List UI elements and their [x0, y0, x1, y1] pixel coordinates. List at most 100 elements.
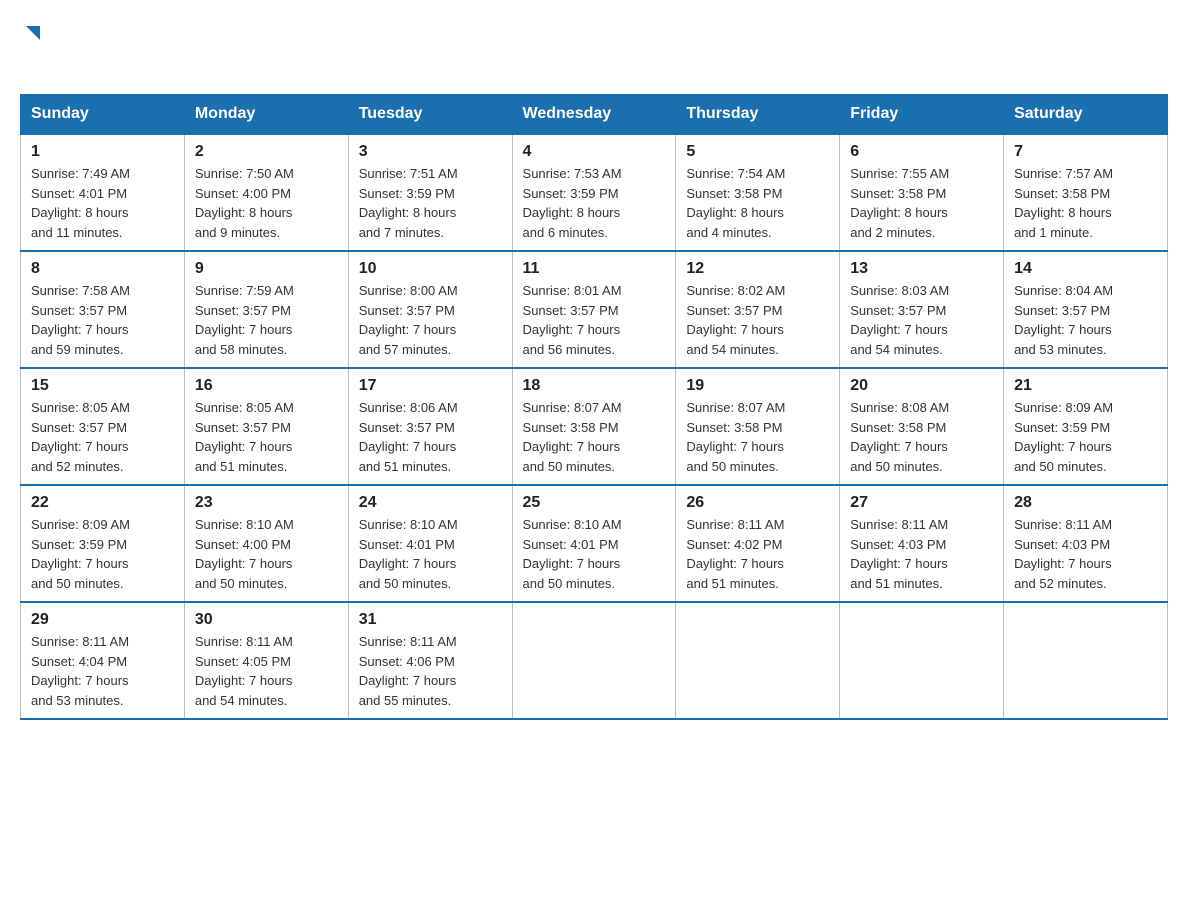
calendar-cell: 6 Sunrise: 7:55 AMSunset: 3:58 PMDaylight… [840, 134, 1004, 251]
day-number: 30 [195, 611, 338, 629]
day-number: 17 [359, 377, 502, 395]
day-info: Sunrise: 8:11 AMSunset: 4:05 PMDaylight:… [195, 634, 293, 708]
calendar-header-row: SundayMondayTuesdayWednesdayThursdayFrid… [21, 95, 1168, 135]
calendar-cell: 24Sunrise: 8:10 AMSunset: 4:01 PMDayligh… [348, 485, 512, 602]
page-header [20, 20, 1168, 76]
day-info: Sunrise: 7:53 AMSunset: 3:59 PMDaylight:… [523, 166, 622, 240]
day-number: 13 [850, 260, 993, 278]
day-info: Sunrise: 7:55 AMSunset: 3:58 PMDaylight:… [850, 166, 949, 240]
day-number: 6 [850, 143, 993, 161]
day-number: 28 [1014, 494, 1157, 512]
day-info: Sunrise: 8:07 AMSunset: 3:58 PMDaylight:… [686, 400, 785, 474]
day-number: 9 [195, 260, 338, 278]
day-number: 8 [31, 260, 174, 278]
weekday-header-saturday: Saturday [1004, 95, 1168, 135]
calendar-cell: 4 Sunrise: 7:53 AMSunset: 3:59 PMDaylight… [512, 134, 676, 251]
day-number: 24 [359, 494, 502, 512]
day-number: 5 [686, 143, 829, 161]
day-number: 23 [195, 494, 338, 512]
calendar-cell [676, 602, 840, 719]
day-number: 29 [31, 611, 174, 629]
day-number: 10 [359, 260, 502, 278]
weekday-header-friday: Friday [840, 95, 1004, 135]
day-number: 7 [1014, 143, 1157, 161]
day-number: 20 [850, 377, 993, 395]
day-info: Sunrise: 7:49 AMSunset: 4:01 PMDaylight:… [31, 166, 130, 240]
calendar-cell: 8 Sunrise: 7:58 AMSunset: 3:57 PMDaylight… [21, 251, 185, 368]
calendar-cell: 5Sunrise: 7:54 AMSunset: 3:58 PMDaylight… [676, 134, 840, 251]
day-info: Sunrise: 8:10 AMSunset: 4:01 PMDaylight:… [523, 517, 622, 591]
calendar-cell: 17Sunrise: 8:06 AMSunset: 3:57 PMDayligh… [348, 368, 512, 485]
calendar-week-row: 1Sunrise: 7:49 AMSunset: 4:01 PMDaylight… [21, 134, 1168, 251]
calendar-cell: 12 Sunrise: 8:02 AMSunset: 3:57 PMDayligh… [676, 251, 840, 368]
calendar-week-row: 22 Sunrise: 8:09 AMSunset: 3:59 PMDayligh… [21, 485, 1168, 602]
day-info: Sunrise: 8:11 AMSunset: 4:03 PMDaylight:… [1014, 517, 1112, 591]
day-number: 25 [523, 494, 666, 512]
calendar-cell: 16 Sunrise: 8:05 AMSunset: 3:57 PMDayligh… [184, 368, 348, 485]
day-number: 12 [686, 260, 829, 278]
calendar-cell: 29 Sunrise: 8:11 AMSunset: 4:04 PMDayligh… [21, 602, 185, 719]
day-info: Sunrise: 8:11 AMSunset: 4:03 PMDaylight:… [850, 517, 948, 591]
weekday-header-monday: Monday [184, 95, 348, 135]
calendar-cell: 20Sunrise: 8:08 AMSunset: 3:58 PMDayligh… [840, 368, 1004, 485]
calendar-cell: 26 Sunrise: 8:11 AMSunset: 4:02 PMDayligh… [676, 485, 840, 602]
calendar-cell: 19 Sunrise: 8:07 AMSunset: 3:58 PMDayligh… [676, 368, 840, 485]
weekday-header-wednesday: Wednesday [512, 95, 676, 135]
calendar-week-row: 8 Sunrise: 7:58 AMSunset: 3:57 PMDaylight… [21, 251, 1168, 368]
calendar-cell: 15Sunrise: 8:05 AMSunset: 3:57 PMDayligh… [21, 368, 185, 485]
day-number: 22 [31, 494, 174, 512]
calendar-cell: 28 Sunrise: 8:11 AMSunset: 4:03 PMDayligh… [1004, 485, 1168, 602]
day-number: 27 [850, 494, 993, 512]
day-info: Sunrise: 7:50 AMSunset: 4:00 PMDaylight:… [195, 166, 294, 240]
day-info: Sunrise: 8:00 AMSunset: 3:57 PMDaylight:… [359, 283, 458, 357]
calendar-cell: 25 Sunrise: 8:10 AMSunset: 4:01 PMDayligh… [512, 485, 676, 602]
logo-triangle-icon [22, 22, 44, 44]
calendar-cell: 11Sunrise: 8:01 AMSunset: 3:57 PMDayligh… [512, 251, 676, 368]
calendar-cell: 9 Sunrise: 7:59 AMSunset: 3:57 PMDaylight… [184, 251, 348, 368]
logo-area [20, 20, 44, 76]
day-number: 31 [359, 611, 502, 629]
day-info: Sunrise: 8:05 AMSunset: 3:57 PMDaylight:… [195, 400, 294, 474]
day-info: Sunrise: 8:09 AMSunset: 3:59 PMDaylight:… [1014, 400, 1113, 474]
day-info: Sunrise: 8:09 AMSunset: 3:59 PMDaylight:… [31, 517, 130, 591]
day-info: Sunrise: 7:51 AMSunset: 3:59 PMDaylight:… [359, 166, 458, 240]
day-number: 18 [523, 377, 666, 395]
day-info: Sunrise: 8:04 AMSunset: 3:57 PMDaylight:… [1014, 283, 1113, 357]
calendar-cell: 7 Sunrise: 7:57 AMSunset: 3:58 PMDaylight… [1004, 134, 1168, 251]
day-info: Sunrise: 8:01 AMSunset: 3:57 PMDaylight:… [523, 283, 622, 357]
calendar-cell: 3 Sunrise: 7:51 AMSunset: 3:59 PMDaylight… [348, 134, 512, 251]
calendar-week-row: 29 Sunrise: 8:11 AMSunset: 4:04 PMDayligh… [21, 602, 1168, 719]
day-info: Sunrise: 7:58 AMSunset: 3:57 PMDaylight:… [31, 283, 130, 357]
calendar-cell: 22 Sunrise: 8:09 AMSunset: 3:59 PMDayligh… [21, 485, 185, 602]
weekday-header-sunday: Sunday [21, 95, 185, 135]
calendar-table: SundayMondayTuesdayWednesdayThursdayFrid… [20, 94, 1168, 720]
calendar-cell [840, 602, 1004, 719]
day-info: Sunrise: 8:03 AMSunset: 3:57 PMDaylight:… [850, 283, 949, 357]
calendar-cell: 30 Sunrise: 8:11 AMSunset: 4:05 PMDayligh… [184, 602, 348, 719]
day-info: Sunrise: 8:10 AMSunset: 4:00 PMDaylight:… [195, 517, 294, 591]
day-number: 21 [1014, 377, 1157, 395]
day-number: 26 [686, 494, 829, 512]
day-info: Sunrise: 8:05 AMSunset: 3:57 PMDaylight:… [31, 400, 130, 474]
day-number: 19 [686, 377, 829, 395]
day-number: 4 [523, 143, 666, 161]
day-info: Sunrise: 8:11 AMSunset: 4:04 PMDaylight:… [31, 634, 129, 708]
day-info: Sunrise: 8:02 AMSunset: 3:57 PMDaylight:… [686, 283, 785, 357]
day-info: Sunrise: 7:59 AMSunset: 3:57 PMDaylight:… [195, 283, 294, 357]
calendar-cell: 10 Sunrise: 8:00 AMSunset: 3:57 PMDayligh… [348, 251, 512, 368]
calendar-cell: 23 Sunrise: 8:10 AMSunset: 4:00 PMDayligh… [184, 485, 348, 602]
day-number: 2 [195, 143, 338, 161]
calendar-cell: 1Sunrise: 7:49 AMSunset: 4:01 PMDaylight… [21, 134, 185, 251]
calendar-cell: 18 Sunrise: 8:07 AMSunset: 3:58 PMDayligh… [512, 368, 676, 485]
day-number: 3 [359, 143, 502, 161]
day-info: Sunrise: 7:57 AMSunset: 3:58 PMDaylight:… [1014, 166, 1113, 240]
day-number: 16 [195, 377, 338, 395]
weekday-header-tuesday: Tuesday [348, 95, 512, 135]
calendar-cell: 13 Sunrise: 8:03 AMSunset: 3:57 PMDayligh… [840, 251, 1004, 368]
day-number: 14 [1014, 260, 1157, 278]
day-info: Sunrise: 8:11 AMSunset: 4:02 PMDaylight:… [686, 517, 784, 591]
calendar-cell: 21 Sunrise: 8:09 AMSunset: 3:59 PMDayligh… [1004, 368, 1168, 485]
calendar-cell: 31Sunrise: 8:11 AMSunset: 4:06 PMDayligh… [348, 602, 512, 719]
calendar-cell: 2 Sunrise: 7:50 AMSunset: 4:00 PMDaylight… [184, 134, 348, 251]
day-info: Sunrise: 8:07 AMSunset: 3:58 PMDaylight:… [523, 400, 622, 474]
